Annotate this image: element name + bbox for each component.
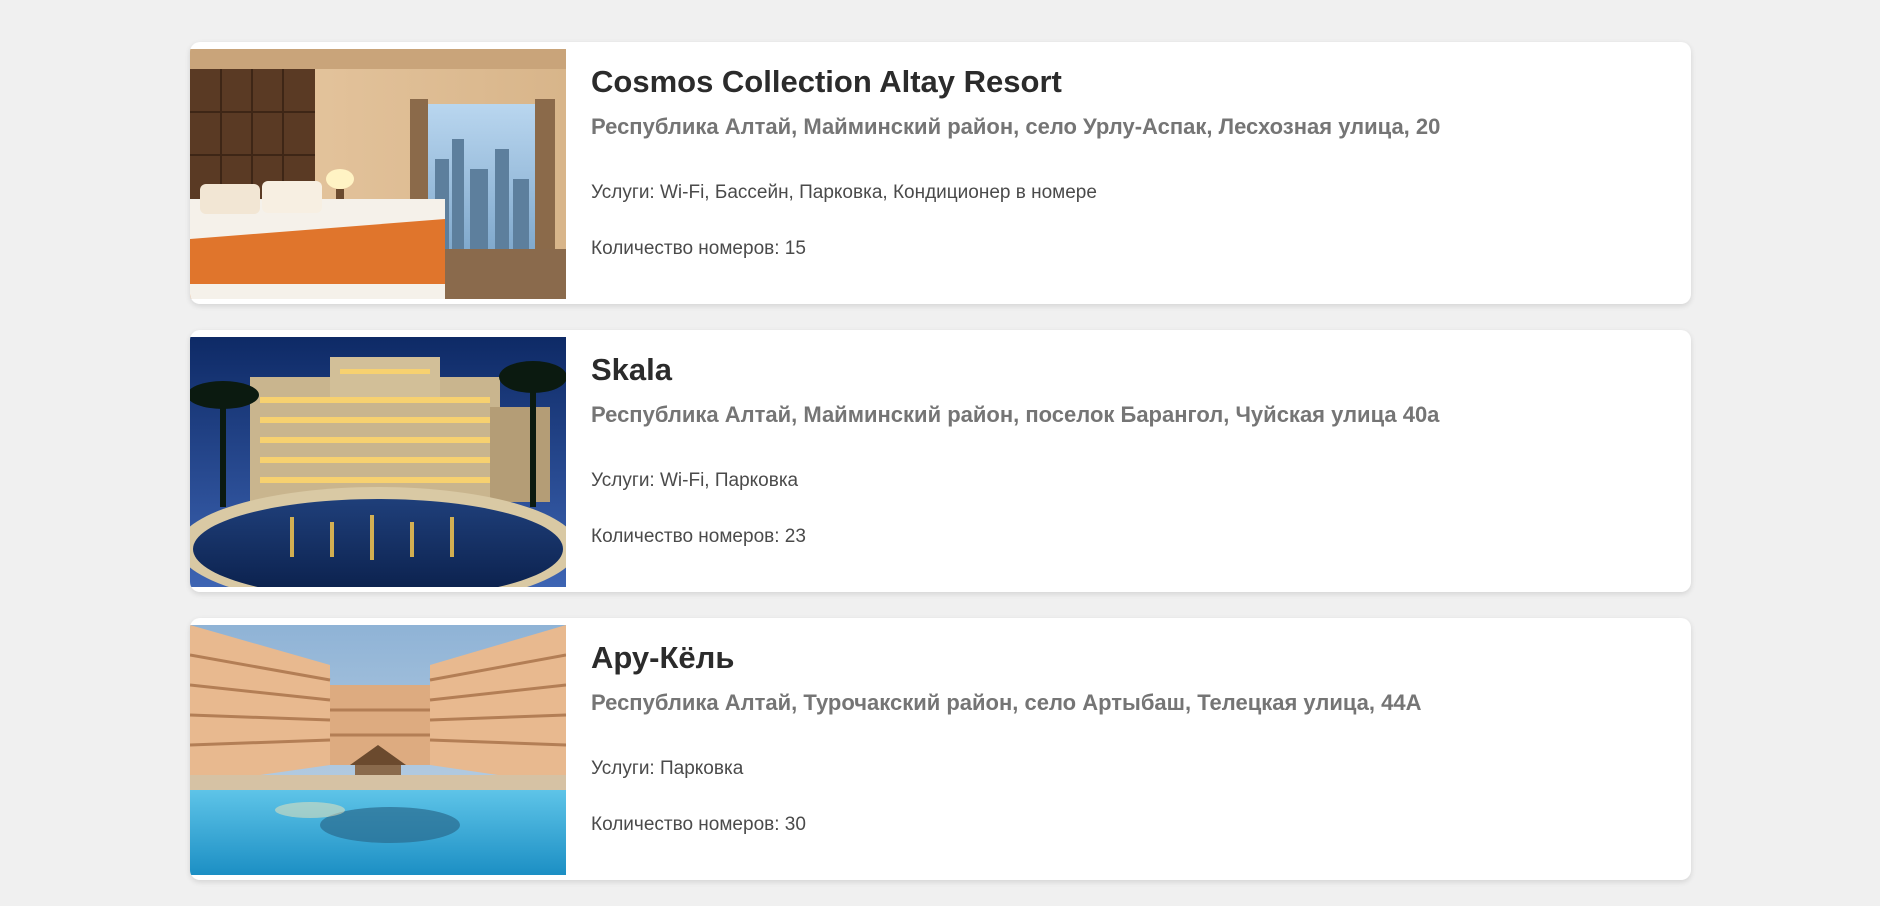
hotel-address: Республика Алтай, Турочакский район, сел… xyxy=(591,690,1422,715)
hotel-card[interactable]: Skala Республика Алтай, Майминский район… xyxy=(190,330,1691,592)
hotel-list: Cosmos Collection Altay Resort Республик… xyxy=(190,42,1691,906)
hotel-photo-room[interactable] xyxy=(190,49,566,299)
hotel-photo-night-pool[interactable] xyxy=(190,337,566,587)
hotel-address: Республика Алтай, Майминский район, посе… xyxy=(591,402,1440,427)
hotel-info: Cosmos Collection Altay Resort Республик… xyxy=(591,42,1671,304)
hotel-name[interactable]: Cosmos Collection Altay Resort xyxy=(591,64,1062,100)
hotel-services: Услуги: Wi-Fi, Парковка xyxy=(591,470,799,491)
hotel-photo-resort-pool[interactable] xyxy=(190,625,566,875)
hotel-address: Республика Алтай, Майминский район, село… xyxy=(591,114,1441,139)
hotel-rooms-count: Количество номеров: 30 xyxy=(591,814,806,835)
hotel-info: Ару-Кёль Республика Алтай, Турочакский р… xyxy=(591,618,1671,880)
hotel-services: Услуги: Wi-Fi, Бассейн, Парковка, Кондиц… xyxy=(591,182,1097,203)
hotel-card[interactable]: Cosmos Collection Altay Resort Республик… xyxy=(190,42,1691,304)
hotel-info: Skala Республика Алтай, Майминский район… xyxy=(591,330,1671,592)
hotel-card[interactable]: Ару-Кёль Республика Алтай, Турочакский р… xyxy=(190,618,1691,880)
hotel-name[interactable]: Skala xyxy=(591,352,672,388)
hotel-rooms-count: Количество номеров: 23 xyxy=(591,526,806,547)
hotel-name[interactable]: Ару-Кёль xyxy=(591,640,734,676)
hotel-rooms-count: Количество номеров: 15 xyxy=(591,238,806,259)
hotel-services: Услуги: Парковка xyxy=(591,758,744,779)
